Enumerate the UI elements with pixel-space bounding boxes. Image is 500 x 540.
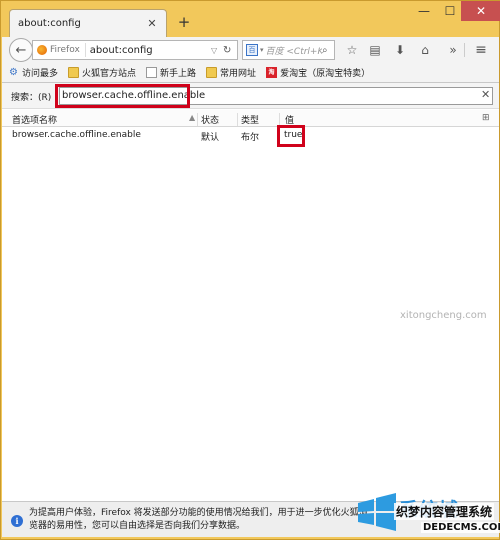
pref-type: 布尔 [241,133,260,143]
bookmarks-toolbar: ⚙ 访问最多 火狐官方站点 新手上路 常用网址 淘 爱淘宝（原淘宝特卖） [2,63,499,83]
url-dropdown-icon[interactable]: ▽ [211,46,223,55]
clear-filter-icon[interactable]: ✕ [481,88,490,101]
toolbar-divider [464,43,465,57]
table-row[interactable]: browser.cache.offline.enable 默认 布尔 true [2,128,499,144]
notification-text: 为提高用户体验，Firefox 将发送部分功能的使用情况给我们，用于进一步优化火… [29,508,368,531]
page-icon [146,67,158,78]
menu-hamburger-icon[interactable]: ≡ [472,41,490,59]
gear-icon: ⚙ [9,67,18,78]
firefox-icon [37,45,47,55]
about-config-page: 搜索：(R) browser.cache.offline.enable ✕ 首选… [2,83,499,511]
search-engine-icon[interactable]: 百 [246,44,258,56]
filter-label: 搜索：(R) [11,93,52,103]
nav-toolbar: ← Firefox about:config ▽ ↻ 百 ▾ 百度 <Ctrl+… [2,37,499,63]
watermark-site: xitongcheng.com [400,310,487,321]
tab-about-config[interactable]: about:config ✕ [9,9,167,37]
taobao-icon: 淘 [266,67,278,78]
url-bar[interactable]: Firefox about:config ▽ ↻ [32,40,238,60]
search-input[interactable]: 百度 <Ctrl+K> [266,44,322,57]
close-window-button[interactable]: ✕ [461,1,500,21]
column-header-state[interactable]: 状态 [201,113,219,126]
search-bar[interactable]: 百 ▾ 百度 <Ctrl+K> ⌕ [242,40,335,60]
close-tab-icon[interactable]: ✕ [146,17,158,30]
bookmark-label: 火狐官方站点 [82,69,137,79]
bookmark-aitaobao[interactable]: 淘 爱淘宝（原淘宝特卖） [266,66,370,79]
column-header-type[interactable]: 类型 [241,113,259,126]
search-icon[interactable]: ⌕ [322,45,334,56]
identity-label: Firefox [50,45,80,55]
new-tab-button[interactable]: + [176,14,192,30]
bookmark-most-visited[interactable]: ⚙ 访问最多 [8,66,58,79]
overflow-chevron-icon[interactable]: » [444,41,462,59]
home-icon[interactable]: ⌂ [416,41,434,59]
highlight-box-filter [55,84,190,108]
column-divider[interactable] [237,113,238,126]
back-arrow-icon: ← [15,42,27,58]
column-divider[interactable] [197,113,198,126]
tab-title: about:config [18,18,81,29]
watermark-dedecms: 织梦内容管理系统 [394,503,495,520]
bookmarks-library-icon[interactable]: ▤ [366,41,384,59]
folder-icon [206,67,218,78]
column-header-name[interactable]: 首选项名称 [12,113,57,126]
download-icon[interactable]: ⬇ [391,41,409,59]
info-icon: i [11,515,23,527]
reload-icon[interactable]: ↻ [223,45,237,56]
engine-dropdown-icon[interactable]: ▾ [260,46,264,54]
sort-arrow-icon: ▲ [189,113,196,122]
back-button[interactable]: ← [9,38,33,62]
bookmark-label: 常用网址 [220,69,257,79]
bookmark-label: 新手上路 [160,69,197,79]
folder-icon [68,67,80,78]
tab-bar: about:config ✕ + — ☐ ✕ [1,1,500,37]
highlight-box-value [277,125,305,147]
bookmark-label: 访问最多 [22,69,59,79]
pref-name: browser.cache.offline.enable [12,130,141,140]
filter-row: 搜索：(R) browser.cache.offline.enable ✕ [2,83,499,109]
watermark-url: DEDECMS.COM [421,522,500,533]
column-header-row: 首选项名称 ▲ 状态 类型 值 ⊞ [2,110,499,127]
bookmark-getting-started[interactable]: 新手上路 [146,66,196,79]
bookmark-common-sites[interactable]: 常用网址 [206,66,256,79]
url-input[interactable]: about:config [90,45,211,56]
bookmark-star-icon[interactable]: ☆ [343,41,361,59]
bookmark-firefox-official[interactable]: 火狐官方站点 [68,66,136,79]
column-picker-icon[interactable]: ⊞ [482,113,490,123]
pref-state: 默认 [201,133,220,143]
browser-window: about:config ✕ + — ☐ ✕ ← Firefox about:c… [0,0,500,540]
identity-box[interactable]: Firefox [37,43,86,57]
bookmark-label: 爱淘宝（原淘宝特卖） [280,69,371,79]
